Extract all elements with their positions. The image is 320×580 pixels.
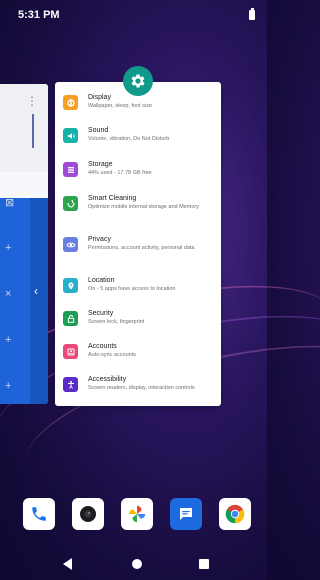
previous-card-scrollbar — [32, 114, 34, 148]
settings-item-subtitle: Screen lock, fingerprint — [88, 319, 145, 325]
sound-icon — [63, 128, 78, 143]
plus-icon: + — [5, 334, 12, 346]
messages-icon[interactable] — [170, 498, 202, 530]
more-options-icon: ⋮ — [26, 94, 38, 108]
settings-item-subtitle: Volume, vibration, Do Not Disturb — [88, 136, 170, 142]
navigation-bar — [0, 548, 267, 580]
settings-item-subtitle: Wallpaper, sleep, font size — [88, 103, 152, 109]
recent-app-card-previous[interactable]: ⋮ ⊠ + × + + — [0, 84, 48, 404]
settings-item-title: Privacy — [88, 236, 111, 243]
status-bar: 5:31 PM — [0, 0, 267, 30]
storage-icon — [63, 162, 78, 177]
accessibility-icon — [63, 377, 78, 392]
settings-item-subtitle: Optimize mobile internal storage and Mem… — [88, 204, 199, 210]
plus-icon: + — [5, 380, 12, 392]
camera-icon[interactable] — [72, 498, 104, 530]
location-icon — [63, 278, 78, 293]
close-icon: × — [5, 288, 12, 300]
settings-item-title: Sound — [88, 127, 109, 134]
recents-icon[interactable] — [199, 559, 209, 569]
previous-card-header: ⋮ — [0, 84, 48, 172]
chrome-icon[interactable] — [219, 498, 251, 530]
gear-icon — [131, 74, 145, 88]
accounts-icon — [63, 344, 78, 359]
back-icon[interactable] — [63, 558, 72, 570]
privacy-icon — [63, 237, 78, 252]
settings-item-title: Security — [88, 310, 114, 317]
security-icon — [63, 311, 78, 326]
battery-icon — [249, 8, 255, 20]
photos-icon[interactable] — [121, 498, 153, 530]
plus-icon: + — [5, 242, 12, 254]
settings-item-title: Location — [88, 277, 115, 284]
cleaning-icon — [63, 196, 78, 211]
settings-item-title: Accounts — [88, 343, 117, 350]
settings-app-icon[interactable] — [123, 66, 153, 96]
settings-item-subtitle: Permissions, account activity, personal … — [88, 245, 195, 251]
settings-item-subtitle: On - 5 apps have access to location — [88, 286, 176, 292]
previous-card-strip — [30, 198, 48, 404]
settings-item-title: Smart Cleaning — [88, 195, 137, 202]
recent-app-card-settings[interactable]: Display Wallpaper, sleep, font size Soun… — [55, 82, 221, 406]
settings-item-subtitle: Auto-sync accounts — [88, 352, 136, 358]
settings-item-subtitle: Screen readers, display, interaction con… — [88, 385, 195, 391]
status-time: 5:31 PM — [18, 9, 60, 21]
phone-icon[interactable] — [23, 498, 55, 530]
settings-item-title: Display — [88, 94, 111, 101]
settings-item-title: Accessibility — [88, 376, 127, 383]
settings-item-subtitle: 44% used - 17.78 GB free — [88, 170, 152, 176]
display-icon — [63, 95, 78, 110]
close-box-icon: ⊠ — [5, 197, 15, 209]
chevron-left-icon[interactable]: ‹ — [34, 284, 38, 298]
home-icon[interactable] — [132, 559, 142, 569]
settings-item-title: Storage — [88, 161, 113, 168]
